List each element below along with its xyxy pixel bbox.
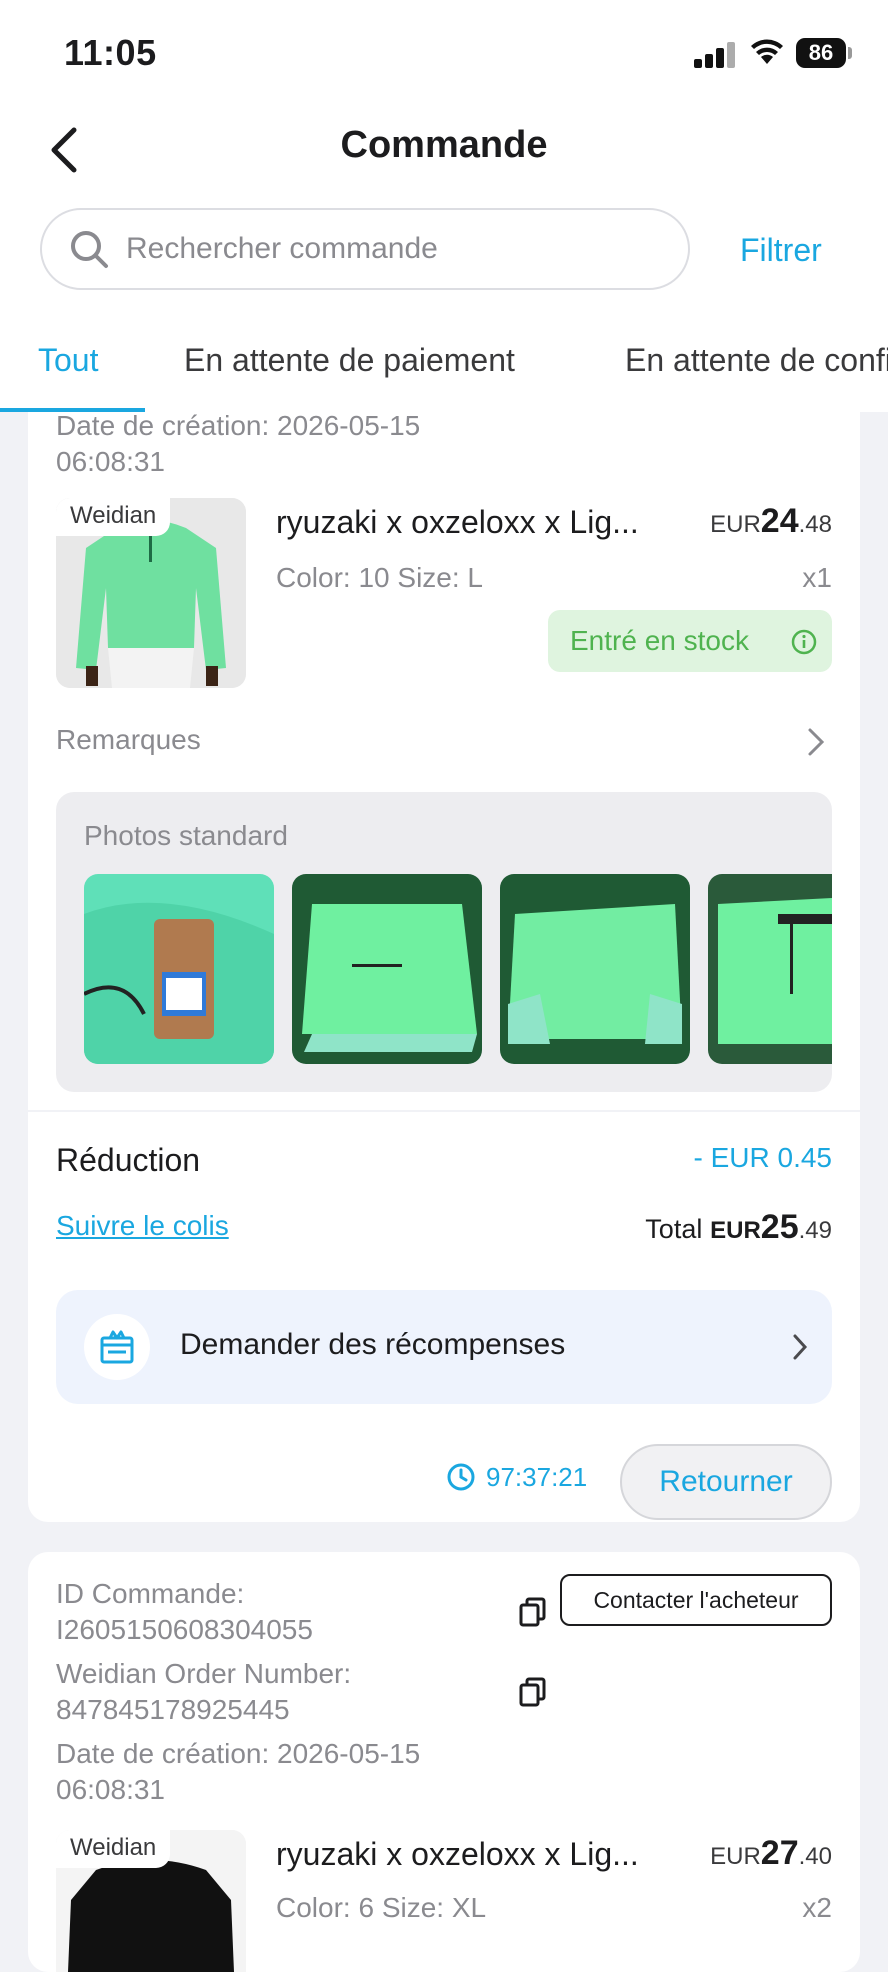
chevron-right-icon — [793, 1334, 808, 1360]
cellular-signal-icon — [694, 40, 738, 68]
price-integer: 24 — [760, 502, 799, 540]
timer-value: 97:37:21 — [486, 1462, 588, 1492]
contact-buyer-button[interactable]: Contacter l'acheteur — [560, 1574, 832, 1626]
order-id-value: I2605150608304055 — [56, 1614, 313, 1645]
wifi-icon — [751, 39, 783, 64]
order-card: ID Commande: I2605150608304055 Contacter… — [28, 1552, 860, 1972]
standard-photo[interactable] — [84, 874, 274, 1064]
photos-title: Photos standard — [84, 820, 288, 851]
battery-level: 86 — [796, 38, 846, 68]
product-variant: Color: 10 Size: L — [276, 562, 483, 593]
order-date: Date de création: 2026-05-15 06:08:31 — [56, 1736, 420, 1808]
order-total: Total EUR25.49 — [645, 1208, 832, 1247]
price-decimal: .48 — [798, 511, 832, 538]
stock-status-badge[interactable]: Entré en stock — [548, 610, 832, 672]
search-input[interactable]: Rechercher commande — [40, 208, 690, 290]
search-icon — [71, 231, 108, 268]
product-price: EUR24.48 — [710, 502, 832, 541]
tab-all[interactable]: Tout — [38, 342, 98, 379]
order-date-label: Date de création: 2026-05-15 — [56, 1738, 421, 1769]
product-image[interactable]: Weidian — [56, 1830, 246, 1972]
total-currency: EUR — [710, 1217, 761, 1244]
battery-tip — [848, 47, 852, 59]
info-icon — [791, 629, 817, 655]
order-date-time: 06:08:31 — [56, 1774, 165, 1805]
weidian-label: Weidian Order Number: — [56, 1658, 352, 1689]
divider — [28, 1110, 860, 1112]
discount-value: - EUR 0.45 — [693, 1142, 833, 1173]
copy-icon[interactable] — [516, 1594, 550, 1628]
product-image[interactable]: Weidian — [56, 498, 246, 688]
standard-photo[interactable] — [292, 874, 482, 1064]
weidian-order-number: Weidian Order Number: 847845178925445 — [56, 1656, 351, 1728]
return-button[interactable]: Retourner — [620, 1444, 832, 1520]
discount-label: Réduction — [56, 1142, 201, 1178]
product-name[interactable]: ryuzaki x oxzeloxx x Lig... — [276, 1836, 639, 1873]
product-variant: Color: 6 Size: XL — [276, 1892, 487, 1923]
page-title: Commande — [340, 124, 548, 166]
stock-status-label: Entré en stock — [570, 625, 749, 656]
filter-button[interactable]: Filtrer — [740, 232, 822, 269]
standard-photo[interactable] — [708, 874, 832, 1064]
order-tabs: Tout En attente de paiement En attente d… — [0, 330, 888, 412]
standard-photos: Photos standard — [56, 792, 832, 1092]
status-bar: 11:05 86 — [0, 0, 888, 100]
tab-awaiting-payment[interactable]: En attente de paiement — [184, 342, 515, 379]
product-name[interactable]: ryuzaki x oxzeloxx x Lig... — [276, 504, 639, 541]
order-id: ID Commande: I2605150608304055 — [56, 1576, 313, 1648]
price-decimal: .40 — [798, 1843, 832, 1870]
product-quantity: x2 — [802, 1892, 832, 1923]
search-placeholder: Rechercher commande — [126, 232, 438, 265]
total-integer: 25 — [760, 1208, 799, 1246]
weidian-value: 847845178925445 — [56, 1694, 290, 1725]
remarks-label: Remarques — [56, 724, 201, 755]
status-time: 11:05 — [64, 32, 157, 73]
seller-badge: Weidian — [56, 498, 171, 536]
gift-icon — [84, 1314, 150, 1380]
price-currency: EUR — [710, 1843, 761, 1870]
order-card: Date de création: 2026-05-15 06:08:31 We… — [28, 412, 860, 1522]
standard-photo[interactable] — [500, 874, 690, 1064]
product-price: EUR27.40 — [710, 1834, 832, 1873]
order-id-label: ID Commande: — [56, 1578, 245, 1609]
total-decimal: .49 — [798, 1217, 832, 1244]
track-package-link[interactable]: Suivre le colis — [56, 1210, 229, 1242]
rewards-label: Demander des récompenses — [180, 1328, 566, 1361]
tab-awaiting-confirmation[interactable]: En attente de confirmation — [625, 342, 888, 379]
rewards-row[interactable]: Demander des récompenses — [56, 1290, 832, 1404]
total-label: Total — [645, 1214, 703, 1244]
clock-icon — [447, 1463, 475, 1491]
price-integer: 27 — [760, 1834, 799, 1872]
product-quantity: x1 — [802, 562, 832, 593]
seller-badge: Weidian — [56, 1830, 171, 1868]
remarks-row[interactable]: Remarques — [28, 712, 860, 772]
price-currency: EUR — [710, 511, 761, 538]
order-date: Date de création: 2026-05-15 06:08:31 — [56, 412, 420, 480]
nav-bar: Commande — [0, 110, 888, 190]
copy-icon[interactable] — [516, 1674, 550, 1708]
chevron-right-icon — [808, 728, 825, 756]
order-date-time: 06:08:31 — [56, 446, 165, 477]
order-date-label: Date de création: 2026-05-15 — [56, 412, 421, 441]
return-timer: 97:37:21 — [446, 1458, 618, 1502]
